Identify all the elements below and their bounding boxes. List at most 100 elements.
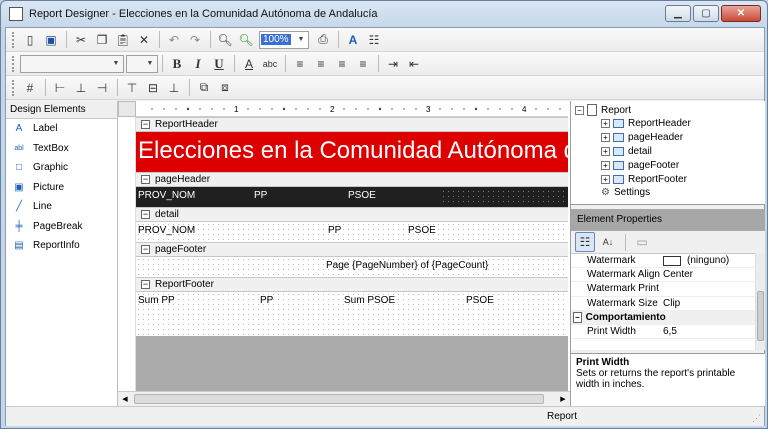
bold-icon[interactable]: B (167, 54, 187, 74)
scroll-right-icon[interactable]: ▶ (556, 395, 570, 403)
design-element-label[interactable]: A Label (6, 119, 117, 139)
zoom-out-icon[interactable]: 🔍︎ (215, 30, 235, 50)
maximize-button[interactable]: ▢ (693, 5, 719, 22)
detail-field-pp[interactable]: PP (328, 225, 341, 236)
align-lefts-icon[interactable]: ⊢ (50, 78, 70, 98)
close-button[interactable]: ✕ (721, 5, 761, 22)
page-number-field[interactable]: Page {PageNumber} of {PageCount} (326, 260, 488, 271)
tree-node-settings[interactable]: ⚙ Settings (601, 187, 650, 198)
tree-node-reportfooter[interactable]: + ReportFooter (601, 174, 687, 185)
expand-icon[interactable]: + (601, 119, 610, 128)
underline-icon[interactable]: U (209, 54, 229, 74)
collapse-icon[interactable]: − (141, 280, 150, 289)
bring-to-front-icon[interactable]: ⧉ (194, 78, 214, 98)
header-field-prov-nom[interactable]: PROV_NOM (138, 190, 195, 201)
align-center-icon[interactable]: ≡ (311, 54, 331, 74)
align-left-icon[interactable]: ≡ (290, 54, 310, 74)
collapse-icon[interactable]: − (141, 175, 150, 184)
section-page-header[interactable]: − pageHeader (136, 172, 568, 187)
expand-icon[interactable]: + (601, 147, 610, 156)
section-report-header[interactable]: − ReportHeader (136, 117, 568, 132)
align-right-icon[interactable]: ≡ (332, 54, 352, 74)
report-header-band[interactable]: Elecciones en la Comunidad Autónoma d (136, 132, 568, 172)
footer-field-pp[interactable]: PP (260, 295, 273, 306)
design-element-graphic[interactable]: □ Graphic (6, 158, 117, 178)
property-grid-scrollbar[interactable] (755, 253, 765, 350)
delete-icon[interactable]: ✕ (134, 30, 154, 50)
align-tops-icon[interactable]: ⊤ (122, 78, 142, 98)
property-pages-icon[interactable]: ▭ (632, 232, 652, 252)
design-element-picture[interactable]: ▣ Picture (6, 178, 117, 198)
scroll-thumb[interactable] (757, 291, 764, 341)
property-row[interactable]: Print Width 6,5 (571, 325, 755, 340)
tree-node-pagefooter[interactable]: + pageFooter (601, 160, 679, 171)
align-bottoms-icon[interactable]: ⊥ (164, 78, 184, 98)
font-name-combo[interactable]: ▼ (20, 54, 124, 73)
report-title-field[interactable]: Elecciones en la Comunidad Autónoma d (138, 137, 568, 165)
section-report-footer[interactable]: − ReportFooter (136, 277, 568, 292)
property-row[interactable]: Watermark Align Center (571, 268, 755, 283)
toolbar-grip[interactable] (12, 79, 15, 96)
header-field-psoe[interactable]: PSOE (348, 190, 376, 201)
font-size-combo[interactable]: ▼ (126, 54, 158, 73)
page-setup-icon[interactable]: ⎙ (313, 30, 333, 50)
send-to-back-icon[interactable]: ⧈ (215, 78, 235, 98)
property-row[interactable]: Watermark (ninguno) (571, 254, 755, 269)
design-element-reportinfo[interactable]: ▤ ReportInfo (6, 236, 117, 256)
indent-icon[interactable]: ⇥ (383, 54, 403, 74)
save-icon[interactable]: ▣ (41, 30, 61, 50)
collapse-icon[interactable]: − (575, 105, 584, 115)
property-category[interactable]: − Comportamiento (571, 310, 755, 325)
property-value[interactable]: (ninguno) (663, 255, 755, 266)
detail-band[interactable]: PROV_NOM PP PSOE (136, 222, 568, 242)
section-page-footer[interactable]: − pageFooter (136, 242, 568, 257)
snap-grid-icon[interactable]: # (20, 78, 40, 98)
property-value[interactable]: 6,5 (663, 326, 755, 337)
paste-icon[interactable]: 📋︎ (113, 30, 133, 50)
new-document-icon[interactable]: ▯ (20, 30, 40, 50)
page-footer-band[interactable]: Page {PageNumber} of {PageCount} (136, 257, 568, 277)
expand-icon[interactable]: + (601, 175, 610, 184)
report-footer-band[interactable]: Sum PP PP Sum PSOE PSOE (136, 292, 568, 336)
expand-icon[interactable]: + (601, 133, 610, 142)
footer-field-sum-psoe[interactable]: Sum PSOE (344, 295, 395, 306)
collapse-icon[interactable]: − (141, 210, 150, 219)
tree-root-node[interactable]: − Report (575, 104, 631, 116)
detail-field-psoe[interactable]: PSOE (408, 225, 436, 236)
property-value[interactable]: Clip (663, 298, 755, 309)
sort-alpha-icon[interactable]: A↓ (598, 232, 618, 252)
spellcheck-icon[interactable]: abc (260, 54, 280, 74)
design-element-pagebreak[interactable]: ╪ PageBreak (6, 217, 117, 237)
resize-grip-icon[interactable]: ⋰ (752, 413, 761, 424)
footer-field-sum-pp[interactable]: Sum PP (138, 295, 175, 306)
italic-icon[interactable]: I (188, 54, 208, 74)
tree-node-reportheader[interactable]: + ReportHeader (601, 118, 691, 129)
scroll-left-icon[interactable]: ◀ (118, 395, 132, 403)
properties-icon[interactable]: ☷ (364, 30, 384, 50)
property-row[interactable]: Watermark Size Clip (571, 297, 755, 311)
zoom-in-icon[interactable]: 🔍︎ (236, 30, 256, 50)
outdent-icon[interactable]: ⇤ (404, 54, 424, 74)
minimize-button[interactable]: ▁ (665, 5, 691, 22)
align-centers-icon[interactable]: ⊥ (71, 78, 91, 98)
copy-icon[interactable]: ❐ (92, 30, 112, 50)
scroll-thumb[interactable] (134, 394, 544, 404)
tree-node-pageheader[interactable]: + pageHeader (601, 132, 683, 143)
toolbar-grip[interactable] (12, 55, 15, 72)
horizontal-scrollbar[interactable]: ◀ ▶ (118, 391, 570, 406)
toolbar-grip[interactable] (12, 31, 15, 48)
redo-icon[interactable]: ↷ (185, 30, 205, 50)
zoom-combo[interactable]: 100% ▼ (259, 30, 309, 49)
collapse-icon[interactable]: − (141, 245, 150, 254)
align-middles-icon[interactable]: ⊟ (143, 78, 163, 98)
section-detail[interactable]: − detail (136, 207, 568, 222)
tree-node-detail[interactable]: + detail (601, 146, 652, 157)
justify-icon[interactable]: ≡ (353, 54, 373, 74)
align-rights-icon[interactable]: ⊣ (92, 78, 112, 98)
expand-icon[interactable]: + (601, 161, 610, 170)
property-value[interactable]: Center (663, 269, 755, 280)
header-field-pp[interactable]: PP (254, 190, 267, 201)
property-row[interactable]: Watermark Print (571, 282, 755, 297)
undo-icon[interactable]: ↶ (164, 30, 184, 50)
detail-field-prov-nom[interactable]: PROV_NOM (138, 225, 195, 236)
